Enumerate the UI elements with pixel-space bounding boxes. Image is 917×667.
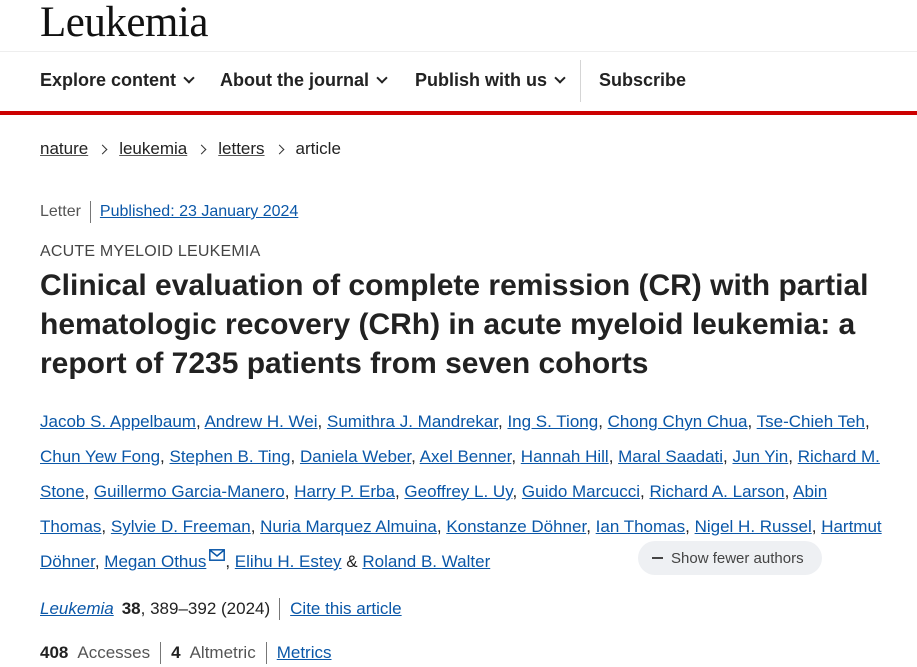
journal-logo[interactable]: Leukemia — [40, 0, 208, 46]
author-link[interactable]: Guillermo Garcia-Manero — [94, 482, 285, 501]
article-subject[interactable]: ACUTE MYELOID LEUKEMIA — [40, 243, 260, 261]
altmetric-count: 4 — [171, 643, 181, 662]
accent-bar — [0, 111, 917, 115]
author-link[interactable]: Nuria Marquez Almuina — [260, 517, 437, 536]
divider — [265, 642, 267, 664]
author-link[interactable]: Sylvie D. Freeman — [111, 517, 251, 536]
breadcrumb-leukemia[interactable]: leukemia — [119, 139, 187, 159]
nav-subscribe-label: Subscribe — [599, 70, 687, 90]
citation-volume: 38 — [121, 599, 141, 618]
author-link[interactable]: Tse-Chieh Teh — [757, 412, 865, 431]
author-link[interactable]: Richard A. Larson — [649, 482, 784, 501]
chevron-right-icon — [97, 144, 108, 154]
author-link[interactable]: Stephen B. Ting — [170, 447, 291, 466]
published-date-link[interactable]: Published: 23 January 2024 — [100, 203, 298, 221]
show-fewer-authors-button[interactable]: Show fewer authors — [638, 541, 822, 575]
author-link[interactable]: Andrew H. Wei — [204, 412, 317, 431]
author-link[interactable]: Roland B. Walter — [362, 552, 490, 571]
altmetric-label: Altmetric — [189, 643, 256, 662]
author-link[interactable]: Ian Thomas — [596, 517, 685, 536]
author-link[interactable]: Chun Yew Fong — [40, 447, 160, 466]
chevron-right-icon — [274, 144, 284, 154]
article-type: Letter — [40, 203, 81, 220]
author-link[interactable]: Jacob S. Appelbaum — [40, 412, 196, 431]
show-fewer-label: Show fewer authors — [671, 549, 804, 567]
citation-pages: , 389–392 (2024) — [140, 599, 271, 618]
chevron-right-icon — [196, 144, 207, 154]
author-link[interactable]: Megan Othus — [104, 552, 206, 571]
author-link[interactable]: Harry P. Erba — [294, 482, 395, 501]
accesses-count: 408 — [40, 643, 69, 662]
author-link[interactable]: Daniela Weber — [300, 447, 411, 466]
article-title: Clinical evaluation of complete remissio… — [40, 269, 869, 380]
journal-header: Leukemia — [0, 0, 917, 52]
mail-icon[interactable] — [209, 549, 226, 561]
breadcrumb: nature leukemia letters article — [40, 139, 341, 159]
breadcrumb-nature[interactable]: nature — [40, 139, 88, 159]
author-link[interactable]: Hannah Hill — [521, 447, 609, 466]
metrics-line: 408 Accesses 4 Altmetric Metrics — [40, 642, 332, 664]
article-meta: Letter Published: 23 January 2024 — [40, 201, 298, 223]
author-link[interactable]: Geoffrey L. Uy — [404, 482, 512, 501]
metrics-link[interactable]: Metrics — [277, 643, 332, 663]
author-link[interactable]: Sumithra J. Mandrekar — [327, 412, 498, 431]
citation-line: Leukemia 38 , 389–392 (2024) Cite this a… — [40, 598, 402, 620]
author-link[interactable]: Nigel H. Russel — [695, 517, 812, 536]
author-link[interactable]: Elihu H. Estey — [235, 552, 342, 571]
author-link[interactable]: Konstanze Döhner — [446, 517, 586, 536]
nav-subscribe[interactable]: Subscribe — [599, 70, 686, 91]
chevron-down-icon — [554, 72, 566, 84]
nav-divider — [580, 60, 581, 102]
citation-journal-link[interactable]: Leukemia — [40, 599, 114, 619]
nav-publish[interactable]: Publish with us — [415, 70, 566, 91]
cite-this-article-link[interactable]: Cite this article — [290, 599, 401, 619]
author-link[interactable]: Maral Saadati — [618, 447, 723, 466]
breadcrumb-current: article — [295, 139, 341, 158]
breadcrumb-letters[interactable]: letters — [218, 139, 264, 159]
minus-icon — [652, 557, 663, 559]
nav-explore-label: Explore content — [40, 70, 177, 90]
nav-about-journal[interactable]: About the journal — [220, 70, 388, 91]
author-link[interactable]: Chong Chyn Chua — [608, 412, 748, 431]
main-nav: Explore content About the journal Publis… — [0, 52, 917, 112]
accesses-label: Accesses — [77, 643, 151, 662]
divider — [160, 642, 162, 664]
author-link[interactable]: Jun Yin — [732, 447, 788, 466]
author-link[interactable]: Axel Benner — [420, 447, 512, 466]
nav-publish-label: Publish with us — [415, 70, 548, 90]
nav-explore-content[interactable]: Explore content — [40, 70, 195, 91]
nav-about-label: About the journal — [220, 70, 369, 90]
chevron-down-icon — [376, 72, 388, 84]
author-link[interactable]: Guido Marcucci — [522, 482, 640, 501]
divider — [89, 201, 91, 223]
divider — [279, 598, 281, 620]
author-link[interactable]: Ing S. Tiong — [507, 412, 598, 431]
chevron-down-icon — [183, 72, 195, 84]
